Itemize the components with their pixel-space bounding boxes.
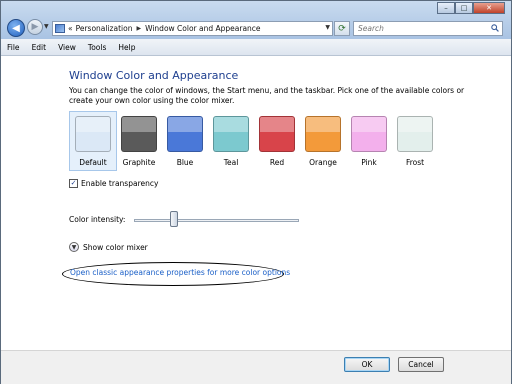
menu-edit[interactable]: Edit [26, 43, 53, 52]
color-swatch-tile[interactable] [121, 116, 157, 152]
breadcrumb-window-color[interactable]: Window Color and Appearance [145, 24, 260, 33]
cancel-button[interactable]: Cancel [398, 357, 444, 372]
menu-bar: File Edit View Tools Help [1, 39, 511, 56]
show-color-mixer-toggle[interactable]: ▼ Show color mixer [69, 242, 148, 252]
color-swatch-tile[interactable] [351, 116, 387, 152]
title-bar: – □ ✕ ◀ ▶ ▼ « Personalization ▶ Window C… [1, 1, 511, 39]
color-swatch-teal[interactable]: Teal [207, 111, 255, 171]
caption-buttons: – □ ✕ [437, 2, 505, 14]
color-swatch-label[interactable]: Pink [361, 158, 377, 167]
color-swatch-label[interactable]: Red [270, 158, 284, 167]
minimize-button[interactable]: – [437, 2, 455, 14]
refresh-icon: ⟳ [338, 23, 346, 34]
back-arrow-icon: ◀ [12, 22, 20, 34]
color-swatch-tile[interactable] [259, 116, 295, 152]
menu-view[interactable]: View [52, 43, 82, 52]
forward-button[interactable]: ▶ [27, 19, 43, 35]
ok-button[interactable]: OK [344, 357, 390, 372]
color-swatch-label[interactable]: Teal [224, 158, 239, 167]
search-box[interactable] [353, 21, 503, 36]
transparency-checkbox[interactable]: ✓ [69, 179, 78, 188]
window: – □ ✕ ◀ ▶ ▼ « Personalization ▶ Window C… [0, 0, 512, 384]
color-intensity-label: Color intensity: [69, 215, 126, 224]
color-swatch-label[interactable]: Orange [309, 158, 337, 167]
classic-appearance-link[interactable]: Open classic appearance properties for m… [70, 268, 290, 277]
search-input[interactable] [354, 23, 490, 34]
color-swatch-label[interactable]: Graphite [123, 158, 156, 167]
menu-file[interactable]: File [1, 43, 26, 52]
forward-arrow-icon: ▶ [31, 22, 39, 32]
transparency-label[interactable]: Enable transparency [81, 179, 158, 188]
menu-help[interactable]: Help [112, 43, 141, 52]
color-swatch-tile[interactable] [397, 116, 433, 152]
menu-tools[interactable]: Tools [82, 43, 112, 52]
recent-pages-dropdown-icon[interactable]: ▼ [44, 23, 49, 30]
content-area: Window Color and Appearance You can chan… [1, 56, 511, 350]
color-swatch-tile[interactable] [75, 116, 111, 152]
refresh-button[interactable]: ⟳ [334, 21, 350, 36]
color-swatch-blue[interactable]: Blue [161, 111, 209, 171]
page-description: You can change the color of windows, the… [69, 86, 465, 105]
color-swatch-orange[interactable]: Orange [299, 111, 347, 171]
breadcrumb-personalization[interactable]: Personalization [76, 24, 133, 33]
show-color-mixer-label[interactable]: Show color mixer [83, 243, 148, 252]
color-intensity-slider[interactable] [134, 219, 299, 222]
address-bar[interactable]: « Personalization ▶ Window Color and App… [52, 21, 333, 36]
chevron-down-icon[interactable]: ▼ [69, 242, 79, 252]
transparency-option[interactable]: ✓ Enable transparency [69, 179, 158, 188]
color-swatch-graphite[interactable]: Graphite [115, 111, 163, 171]
close-button[interactable]: ✕ [473, 2, 505, 14]
back-button[interactable]: ◀ [7, 19, 25, 37]
color-swatch-label[interactable]: Frost [406, 158, 424, 167]
color-swatch-tile[interactable] [167, 116, 203, 152]
color-swatch-default[interactable]: Default [69, 111, 117, 171]
button-bar: OK Cancel [1, 350, 511, 384]
color-swatch-label[interactable]: Default [79, 158, 106, 167]
search-icon[interactable] [491, 24, 499, 32]
color-swatch-tile[interactable] [213, 116, 249, 152]
color-swatch-pink[interactable]: Pink [345, 111, 393, 171]
color-swatch-frost[interactable]: Frost [391, 111, 439, 171]
page-title: Window Color and Appearance [69, 69, 239, 82]
color-swatch-list: Default Graphite Blue Teal Red Orange Pink Fros… [69, 111, 437, 171]
color-swatch-label[interactable]: Blue [177, 158, 194, 167]
color-swatch-tile[interactable] [305, 116, 341, 152]
maximize-button[interactable]: □ [455, 2, 473, 14]
color-intensity-slider-thumb[interactable] [169, 211, 178, 227]
control-panel-icon [55, 24, 65, 33]
breadcrumb-separator-icon[interactable]: ▶ [136, 25, 141, 32]
address-prefix[interactable]: « [68, 24, 73, 33]
color-swatch-red[interactable]: Red [253, 111, 301, 171]
address-dropdown-icon[interactable]: ▼ [325, 24, 330, 31]
